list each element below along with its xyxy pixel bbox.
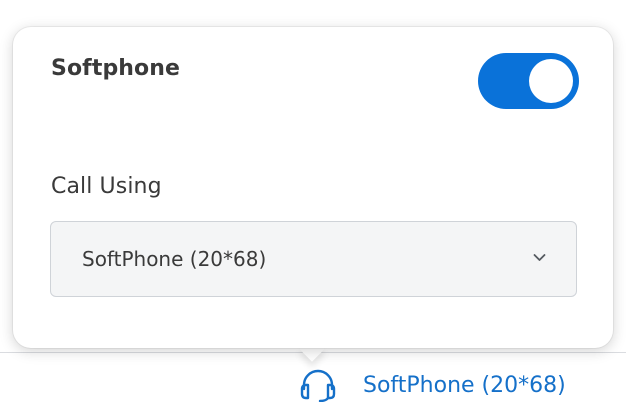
softphone-status-button[interactable]: SoftPhone (20*68) (298, 368, 566, 402)
softphone-popover: Softphone Call Using SoftPhone (20*68) (13, 27, 613, 348)
call-using-select[interactable]: SoftPhone (20*68) (50, 221, 577, 297)
softphone-status-label: SoftPhone (20*68) (363, 372, 566, 398)
softphone-label: Softphone (51, 56, 181, 81)
chevron-down-icon (533, 254, 546, 261)
softphone-toggle[interactable] (478, 53, 579, 109)
toggle-knob (529, 59, 573, 103)
headset-icon (300, 369, 336, 402)
call-using-label: Call Using (51, 174, 162, 199)
call-using-selected-value: SoftPhone (20*68) (82, 247, 267, 271)
softphone-settings-area: Softphone Call Using SoftPhone (20*68) S… (0, 0, 626, 410)
